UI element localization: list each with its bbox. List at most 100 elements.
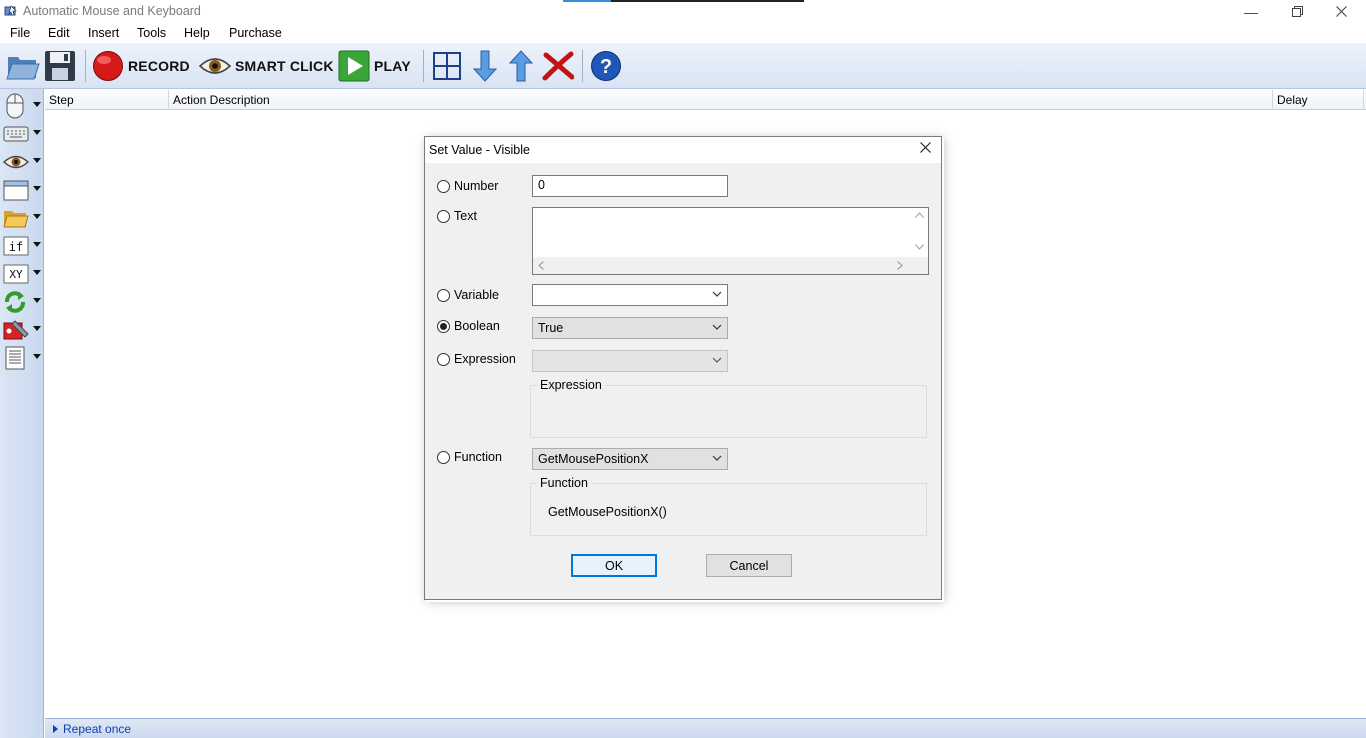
radio-selected-dot <box>440 322 447 330</box>
scroll-up-icon <box>915 212 924 218</box>
option-number[interactable]: Number <box>437 179 498 193</box>
menu-file[interactable]: File <box>10 26 30 40</box>
status-bar: Repeat once <box>45 718 1366 738</box>
expression-label: Expression <box>454 352 516 366</box>
text-radio[interactable] <box>437 209 450 223</box>
scroll-down-icon <box>915 244 924 250</box>
app-icon <box>4 5 17 16</box>
boolean-select[interactable]: True <box>532 317 728 339</box>
script-icon <box>5 346 25 370</box>
menu-insert[interactable]: Insert <box>88 26 119 40</box>
toolbar-separator <box>85 50 86 82</box>
menu-edit[interactable]: Edit <box>48 26 70 40</box>
keyboard-icon <box>3 126 29 142</box>
text-area[interactable] <box>532 207 929 275</box>
close-window-button[interactable] <box>1318 0 1364 23</box>
option-variable[interactable]: Variable <box>437 288 499 302</box>
minimize-icon: — <box>1244 3 1258 20</box>
menu-purchase[interactable]: Purchase <box>229 26 282 40</box>
text-vertical-scrollbar[interactable] <box>911 208 928 257</box>
window-title: Automatic Mouse and Keyboard <box>23 4 201 18</box>
option-boolean[interactable]: Boolean <box>437 319 500 333</box>
sidebar-eye[interactable] <box>3 149 43 175</box>
if-icon: if <box>3 236 29 256</box>
help-button[interactable]: ? <box>590 48 622 84</box>
variable-select[interactable] <box>532 284 728 306</box>
column-action-description[interactable]: Action Description <box>169 90 1273 110</box>
chevron-down-icon <box>33 102 41 107</box>
chevron-down-icon <box>712 455 722 461</box>
dialog-close-button[interactable] <box>915 140 935 158</box>
text-horizontal-scrollbar[interactable] <box>533 257 928 274</box>
sidebar-script[interactable] <box>3 345 43 371</box>
number-input[interactable]: 0 <box>532 175 728 197</box>
chevron-down-icon <box>33 242 41 247</box>
set-value-dialog: Set Value - Visible Number 0 Text Variab… <box>424 136 942 600</box>
minimize-button[interactable]: — <box>1228 0 1274 23</box>
delete-button[interactable] <box>542 48 574 84</box>
play-button[interactable]: PLAY <box>338 48 411 84</box>
restore-icon <box>1291 6 1303 17</box>
boolean-label: Boolean <box>454 319 500 333</box>
function-radio[interactable] <box>437 450 450 464</box>
sidebar-keyboard[interactable] <box>3 121 43 147</box>
option-text[interactable]: Text <box>437 209 477 223</box>
sidebar-window[interactable] <box>3 177 43 203</box>
expression-radio[interactable] <box>437 352 450 366</box>
save-button[interactable] <box>44 48 76 84</box>
sidebar-folder[interactable] <box>3 205 43 231</box>
action-sidebar: if XY <box>0 89 44 738</box>
variable-label: Variable <box>454 288 499 302</box>
sidebar-if[interactable]: if <box>3 233 43 259</box>
help-icon: ? <box>591 51 621 81</box>
restore-button[interactable] <box>1274 0 1320 23</box>
menu-tools[interactable]: Tools <box>137 26 166 40</box>
toolbar-separator <box>423 50 424 82</box>
close-icon <box>919 142 931 153</box>
chevron-down-icon <box>33 158 41 163</box>
menu-help[interactable]: Help <box>184 26 210 40</box>
option-function[interactable]: Function <box>437 450 502 464</box>
play-icon <box>338 50 370 82</box>
expression-select[interactable] <box>532 350 728 372</box>
sidebar-loop[interactable] <box>3 289 43 315</box>
sidebar-mouse[interactable] <box>3 93 43 119</box>
move-up-button[interactable] <box>508 48 534 84</box>
ok-button[interactable]: OK <box>571 554 657 577</box>
open-button[interactable] <box>6 48 40 84</box>
folder-icon <box>3 211 29 228</box>
main-toolbar: RECORD SMART CLICK PLAY ? <box>0 43 1366 89</box>
dialog-titlebar: Set Value - Visible <box>425 137 941 163</box>
dialog-title: Set Value - Visible <box>429 143 530 157</box>
variable-radio[interactable] <box>437 288 450 302</box>
function-select[interactable]: GetMousePositionX <box>532 448 728 470</box>
open-folder-icon <box>6 57 40 80</box>
move-up-icon <box>508 50 534 82</box>
actions-grid-header: Step Action Description Delay <box>45 90 1366 110</box>
move-down-button[interactable] <box>472 48 498 84</box>
chevron-down-icon <box>33 130 41 135</box>
function-label: Function <box>454 450 502 464</box>
smart-click-button[interactable]: SMART CLICK <box>199 48 334 84</box>
move-down-icon <box>472 50 498 82</box>
boolean-radio[interactable] <box>437 319 450 333</box>
column-delay[interactable]: Delay <box>1273 90 1364 110</box>
smart-click-label: SMART CLICK <box>235 58 334 74</box>
chevron-down-icon <box>712 357 722 363</box>
loop-icon <box>5 291 25 313</box>
record-button[interactable]: RECORD <box>92 48 190 84</box>
cancel-button[interactable]: Cancel <box>706 554 792 577</box>
sidebar-xy[interactable]: XY <box>3 261 43 287</box>
select-region-button[interactable] <box>432 48 462 84</box>
chevron-down-icon <box>33 354 41 359</box>
repeat-toggle[interactable]: Repeat once <box>53 722 131 736</box>
sidebar-tools[interactable] <box>3 317 43 343</box>
option-expression[interactable]: Expression <box>437 352 516 366</box>
chevron-down-icon <box>33 270 41 275</box>
function-group: Function GetMousePositionX() <box>530 476 927 536</box>
text-label: Text <box>454 209 477 223</box>
number-radio[interactable] <box>437 179 450 193</box>
play-label: PLAY <box>374 58 411 74</box>
function-select-value: GetMousePositionX <box>538 452 649 466</box>
column-step[interactable]: Step <box>45 90 169 110</box>
